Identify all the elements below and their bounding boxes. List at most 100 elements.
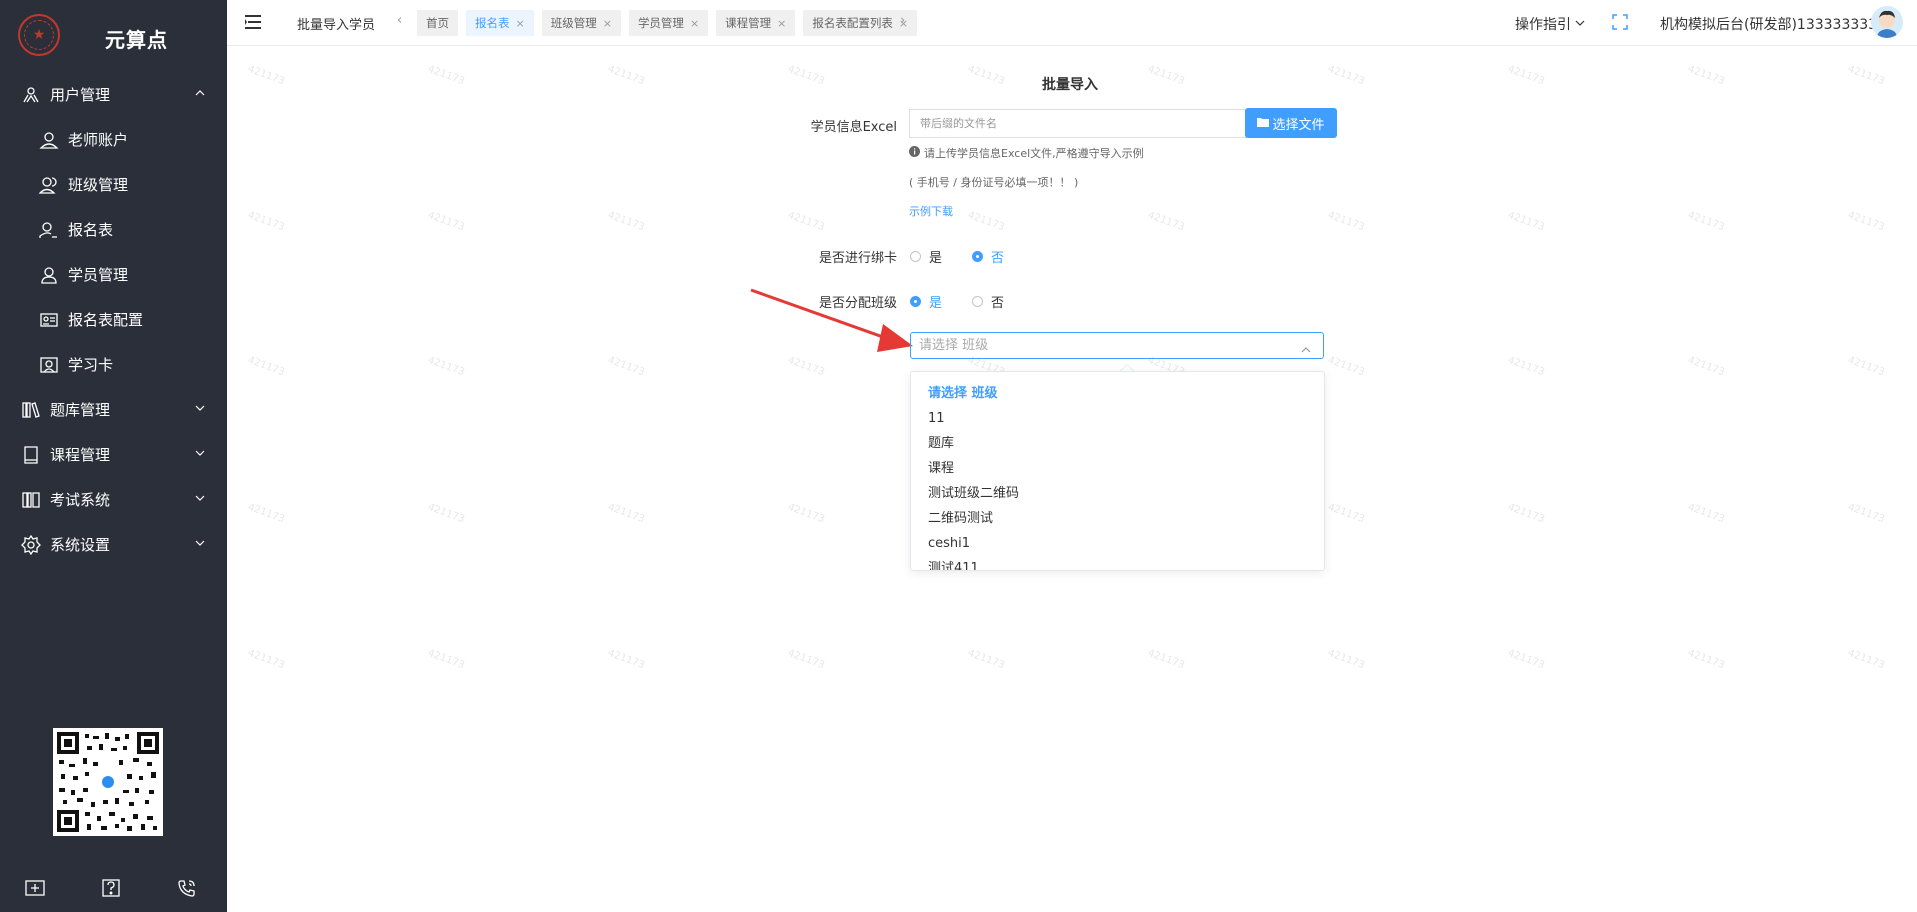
fullscreen-icon[interactable] [1612, 14, 1630, 32]
menu-system-settings[interactable]: 系统设置 [0, 522, 227, 567]
menu-label: 老师账户 [68, 131, 129, 149]
watermark-text: 421173 [426, 209, 466, 234]
user-form-icon [38, 219, 60, 241]
class-select-placeholder: 请选择 班级 [919, 338, 989, 353]
bind-card-no-radio[interactable]: 否 [972, 247, 1004, 266]
example-download-link[interactable]: 示例下载 [909, 203, 953, 219]
watermark-text: 421173 [1506, 354, 1546, 379]
watermark-text: 421173 [786, 209, 826, 234]
watermark-text: 421173 [426, 63, 466, 88]
menu-study-card[interactable]: 学习卡 [0, 342, 227, 387]
watermark-text: 421173 [1506, 501, 1546, 526]
watermark-text: 421173 [1686, 501, 1726, 526]
watermark-text: 421173 [966, 63, 1006, 88]
watermark-text: 421173 [606, 63, 646, 88]
watermark-text: 421173 [426, 354, 466, 379]
required-hint-text: ( 手机号 / 身份证号必填一项！！ ) [909, 176, 1079, 189]
tab-home[interactable]: 首页 [417, 10, 458, 36]
user-icon [38, 129, 60, 151]
menu-user-management[interactable]: 用户管理 [0, 72, 227, 117]
class-option[interactable]: 请选择 班级 [911, 381, 1324, 406]
watermark-text: 421173 [966, 647, 1006, 672]
file-name-input[interactable]: 带后缀的文件名 [909, 109, 1249, 138]
watermark-text: 421173 [1846, 354, 1886, 379]
watermark-text: 421173 [1686, 63, 1726, 88]
chevron-down-icon [193, 446, 207, 460]
tab-course-management[interactable]: 课程管理 × [716, 10, 796, 36]
menu-label: 用户管理 [50, 86, 111, 104]
sidebar-footer [0, 876, 227, 900]
menu-form-config[interactable]: 报名表配置 [0, 297, 227, 342]
menu-label: 考试系统 [50, 491, 111, 509]
chevron-up-icon [193, 86, 207, 100]
class-option[interactable]: 二维码测试 [911, 506, 1324, 531]
tabs-scroll-left-icon[interactable]: ‹ [397, 13, 402, 28]
close-icon[interactable]: × [603, 17, 612, 30]
screen-share-icon[interactable] [23, 876, 47, 900]
annotation-arrow [750, 288, 913, 352]
menu-label: 课程管理 [50, 446, 111, 464]
class-option-list: 请选择 班级 11 题库 课程 测试班级二维码 二维码测试 ceshi1 测试4… [911, 372, 1324, 570]
choose-file-label: 选择文件 [1272, 117, 1325, 133]
menu-label: 学习卡 [68, 356, 114, 374]
close-icon[interactable]: × [777, 17, 786, 30]
menu-label: 班级管理 [68, 176, 129, 194]
book-icon [20, 444, 42, 466]
watermark-text: 421173 [786, 501, 826, 526]
close-icon[interactable]: × [690, 17, 699, 30]
close-icon[interactable]: × [516, 17, 525, 30]
tab-label: 报名表配置列表 [812, 16, 893, 30]
watermark-text: 421173 [426, 501, 466, 526]
watermark-text: 421173 [1146, 63, 1186, 88]
user-group-icon [20, 84, 42, 106]
bind-card-yes-radio[interactable]: 是 [910, 247, 942, 266]
radio-circle [972, 251, 983, 262]
gear-icon [20, 534, 42, 556]
watermark-text: 421173 [606, 647, 646, 672]
hamburger-menu-icon[interactable] [245, 14, 265, 32]
menu-label: 报名表配置 [68, 311, 144, 329]
tab-label: 报名表 [475, 16, 510, 30]
menu-class-management[interactable]: 班级管理 [0, 162, 227, 207]
form-title: 批量导入 [1042, 77, 1098, 93]
avatar[interactable] [1871, 6, 1903, 38]
tab-class-management[interactable]: 班级管理 × [541, 10, 621, 36]
sidebar-menu: 用户管理 老师账户 班级管理 报名表 学员管理 报名表配置 学习卡 题库管理 课… [0, 72, 227, 567]
menu-question-bank[interactable]: 题库管理 [0, 387, 227, 432]
guide-dropdown[interactable]: 操作指引 [1515, 14, 1585, 34]
choose-file-button[interactable]: 选择文件 [1245, 108, 1337, 138]
class-option[interactable]: 课程 [911, 456, 1324, 481]
main-content: 421173 421173 421173 421173 421173 421173 4211… [227, 46, 1917, 912]
chevron-down-icon [193, 491, 207, 505]
watermark-text: 421173 [1506, 209, 1546, 234]
class-option[interactable]: 测试班级二维码 [911, 481, 1324, 506]
class-option[interactable]: 题库 [911, 431, 1324, 456]
org-user-label[interactable]: 机构模拟后台(研发部)1333333333 [1660, 14, 1886, 34]
users-icon [38, 174, 60, 196]
watermark-text: 421173 [246, 501, 286, 526]
menu-student-management[interactable]: 学员管理 [0, 252, 227, 297]
menu-course-management[interactable]: 课程管理 [0, 432, 227, 477]
menu-registration-form[interactable]: 报名表 [0, 207, 227, 252]
phone-icon[interactable] [175, 876, 199, 900]
dropdown-pointer [1120, 364, 1134, 371]
class-option[interactable]: 测试411 [911, 556, 1324, 570]
help-icon[interactable] [99, 876, 123, 900]
tab-registration-form[interactable]: 报名表 × [466, 10, 534, 36]
menu-label: 题库管理 [50, 401, 111, 419]
class-option[interactable]: ceshi1 [911, 531, 1324, 556]
watermark-text: 421173 [1506, 63, 1546, 88]
assign-class-no-radio[interactable]: 否 [972, 292, 1004, 311]
tabs-scroll-right-icon[interactable]: › [900, 13, 905, 28]
watermark-text: 421173 [1326, 354, 1366, 379]
watermark-text: 421173 [1146, 647, 1186, 672]
menu-exam-system[interactable]: 考试系统 [0, 477, 227, 522]
tab-label: 首页 [426, 16, 449, 30]
watermark-text: 421173 [1846, 501, 1886, 526]
watermark-text: 421173 [1686, 209, 1726, 234]
chevron-down-icon [193, 401, 207, 415]
menu-teacher-account[interactable]: 老师账户 [0, 117, 227, 162]
class-option[interactable]: 11 [911, 406, 1324, 431]
class-select[interactable]: 请选择 班级 [910, 332, 1324, 359]
tab-student-management[interactable]: 学员管理 × [628, 10, 709, 36]
